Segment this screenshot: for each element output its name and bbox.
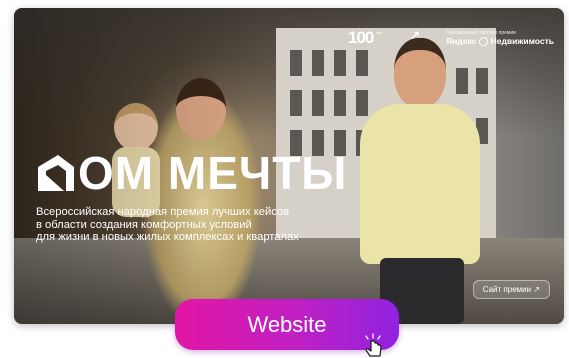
sponsor-block: Генеральный партнер премии Яндекс ◯ Недв… xyxy=(446,30,554,47)
sponsor-label: Генеральный партнер премии xyxy=(446,30,516,36)
promo-banner[interactable]: 100 лет ↗ Генеральный партнер премии Янд… xyxy=(14,8,564,324)
award-site-link[interactable]: Сайт премии ↗ xyxy=(472,280,550,299)
anniversary-logo: 100 лет ↗ xyxy=(348,28,420,48)
subtitle-line: в области создания комфортных условий xyxy=(36,218,252,231)
anniversary-number: 100 xyxy=(348,28,374,47)
subtitle-line: для жизни в новых жилых комплексах и ква… xyxy=(36,231,299,243)
website-button-label: Website xyxy=(247,311,327,337)
hand-pointer-icon xyxy=(365,333,382,357)
sponsor-name: Яндекс ◯ Недвижимость xyxy=(446,36,554,46)
anniversary-sub: лет xyxy=(376,30,383,35)
arrow-icon: ↗ xyxy=(410,28,420,42)
subtitle-line: Всероссийская народная премия лучших кей… xyxy=(36,206,290,218)
house-logo-icon xyxy=(38,155,74,191)
banner-title-text: ОМ МЕЧТЫ xyxy=(78,147,348,199)
banner-title: ОМ МЕЧТЫ xyxy=(36,146,347,200)
banner-subtitle: Всероссийская народная премия лучших кей… xyxy=(36,206,336,244)
